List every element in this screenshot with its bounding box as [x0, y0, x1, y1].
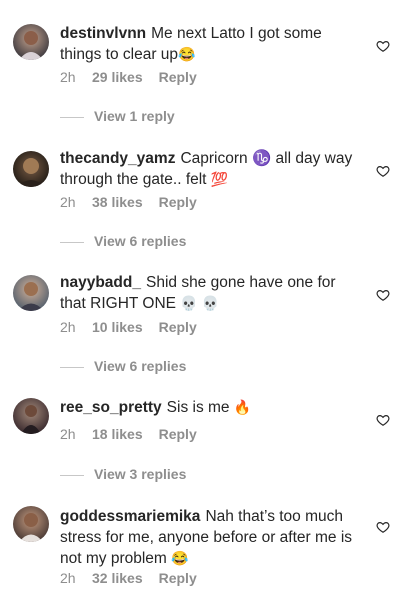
- reply-button[interactable]: Reply: [159, 69, 197, 85]
- avatar[interactable]: [13, 151, 49, 187]
- emoji: 💯: [210, 171, 229, 187]
- comment-time: 2h: [60, 319, 76, 335]
- avatar[interactable]: [13, 24, 49, 60]
- reply-button[interactable]: Reply: [159, 570, 197, 586]
- divider-line: [60, 241, 84, 243]
- emoji: 😂: [171, 550, 189, 566]
- view-replies-label: View 6 replies: [94, 358, 187, 374]
- comment-likes[interactable]: 18 likes: [92, 426, 143, 442]
- comment-time: 2h: [60, 194, 76, 210]
- emoji: 😂: [178, 46, 196, 62]
- view-replies-label: View 6 replies: [94, 233, 187, 249]
- heart-outline-icon[interactable]: [376, 39, 390, 53]
- comment-meta: 2h 32 likes Reply: [60, 570, 197, 586]
- emoji: 🔥: [233, 399, 252, 415]
- comment-body: Sis is me: [166, 399, 230, 416]
- view-replies-button[interactable]: View 1 reply: [60, 108, 175, 128]
- comment-likes[interactable]: 29 likes: [92, 69, 143, 85]
- comment-meta: 2h 18 likes Reply: [60, 426, 197, 442]
- comment-username[interactable]: nayybadd_: [60, 274, 141, 291]
- view-replies-button[interactable]: View 3 replies: [60, 466, 186, 486]
- comment-likes[interactable]: 32 likes: [92, 570, 143, 586]
- comment-likes[interactable]: 38 likes: [92, 194, 143, 210]
- comment-text: destinvlvnn Me next Latto I got some thin…: [60, 23, 360, 65]
- comment-text: thecandy_yamz Capricorn ♑ all day way thr…: [60, 148, 360, 190]
- divider-line: [60, 366, 84, 368]
- comment-time: 2h: [60, 69, 76, 85]
- reply-button[interactable]: Reply: [159, 194, 197, 210]
- comment-meta: 2h 29 likes Reply: [60, 69, 197, 85]
- comment-time: 2h: [60, 570, 76, 586]
- avatar[interactable]: [13, 275, 49, 311]
- reply-button[interactable]: Reply: [159, 426, 197, 442]
- comment-text: goddessmariemika Nah that’s too much stre…: [60, 506, 360, 569]
- view-replies-label: View 3 replies: [94, 466, 187, 482]
- avatar[interactable]: [13, 398, 49, 434]
- comment-username[interactable]: goddessmariemika: [60, 508, 200, 525]
- comment-username[interactable]: ree_so_pretty: [60, 399, 162, 416]
- comment-likes[interactable]: 10 likes: [92, 319, 143, 335]
- view-replies-label: View 1 reply: [94, 108, 175, 124]
- comment-time: 2h: [60, 426, 76, 442]
- comment-meta: 2h 10 likes Reply: [60, 319, 197, 335]
- avatar[interactable]: [13, 506, 49, 542]
- heart-outline-icon[interactable]: [376, 164, 390, 178]
- heart-outline-icon[interactable]: [376, 520, 390, 534]
- heart-outline-icon[interactable]: [376, 413, 390, 427]
- comment-text: ree_so_pretty Sis is me 🔥: [60, 397, 360, 418]
- comment-username[interactable]: destinvlvnn: [60, 25, 146, 42]
- divider-line: [60, 116, 84, 118]
- comment-meta: 2h 38 likes Reply: [60, 194, 197, 210]
- reply-button[interactable]: Reply: [159, 319, 197, 335]
- comment-username[interactable]: thecandy_yamz: [60, 150, 175, 167]
- divider-line: [60, 474, 84, 476]
- comment-text: nayybadd_ Shid she gone have one for that…: [60, 272, 360, 314]
- heart-outline-icon[interactable]: [376, 288, 390, 302]
- view-replies-button[interactable]: View 6 replies: [60, 358, 186, 378]
- view-replies-button[interactable]: View 6 replies: [60, 233, 186, 253]
- emoji: 💀 💀: [180, 295, 220, 311]
